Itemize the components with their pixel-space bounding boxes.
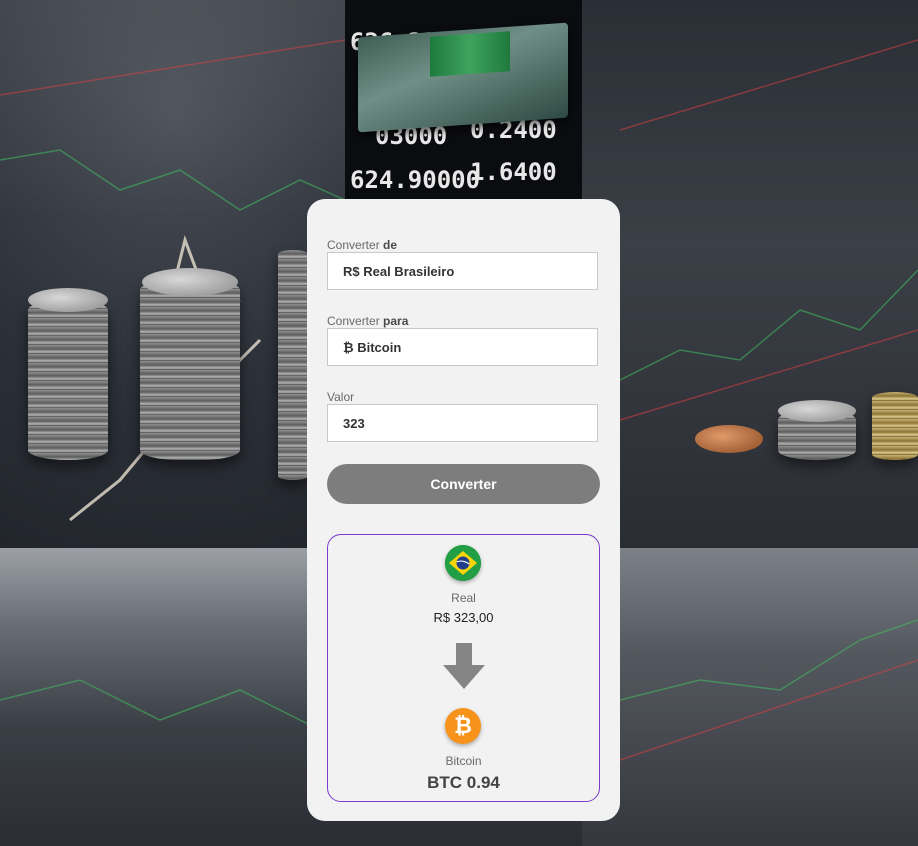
coin-stack	[278, 250, 308, 480]
source-currency-name: Real	[451, 591, 476, 605]
coin-top	[28, 288, 108, 312]
converter-card: Converter de R$ Real Brasileiro Converte…	[307, 199, 620, 821]
to-currency-label: Converter para	[327, 314, 408, 328]
amount-input[interactable]: 323	[327, 404, 598, 442]
brazil-flag-icon	[445, 545, 481, 581]
conversion-result-box: Real R$ 323,00 ₿ Bitcoin BTC 0.94	[327, 534, 600, 802]
coin-copper	[695, 425, 763, 453]
coin-stack-gold	[872, 392, 918, 460]
to-label-bold: para	[383, 314, 409, 328]
source-currency-value: R$ 323,00	[433, 610, 494, 625]
from-currency-select[interactable]: R$ Real Brasileiro	[327, 252, 598, 290]
banknote-band	[430, 31, 510, 77]
coin-stack	[28, 300, 108, 460]
amount-value: 323	[343, 415, 365, 431]
arrow-down-icon	[443, 643, 485, 689]
convert-button[interactable]: Converter	[327, 464, 600, 504]
target-currency-name: Bitcoin	[445, 754, 482, 768]
coin-stack	[140, 280, 240, 460]
from-label-bold: de	[383, 238, 398, 252]
from-currency-label: Converter de	[327, 238, 397, 252]
coin-top	[142, 268, 238, 296]
amount-label: Valor	[327, 390, 355, 404]
to-label-prefix: Converter	[327, 314, 380, 328]
ticker-line: 1.6400	[470, 158, 557, 186]
bitcoin-icon: ₿	[445, 708, 481, 744]
from-label-prefix: Converter	[327, 238, 380, 252]
to-currency-select[interactable]: ₿ Bitcoin	[327, 328, 598, 366]
to-currency-value: ₿ Bitcoin	[343, 339, 402, 355]
bitcoin-symbol: ₿	[454, 714, 472, 739]
coin-top	[778, 400, 856, 422]
ticker-line: 624.90000	[350, 166, 481, 194]
target-currency-value: BTC 0.94	[427, 773, 500, 792]
from-currency-value: R$ Real Brasileiro	[343, 263, 455, 279]
